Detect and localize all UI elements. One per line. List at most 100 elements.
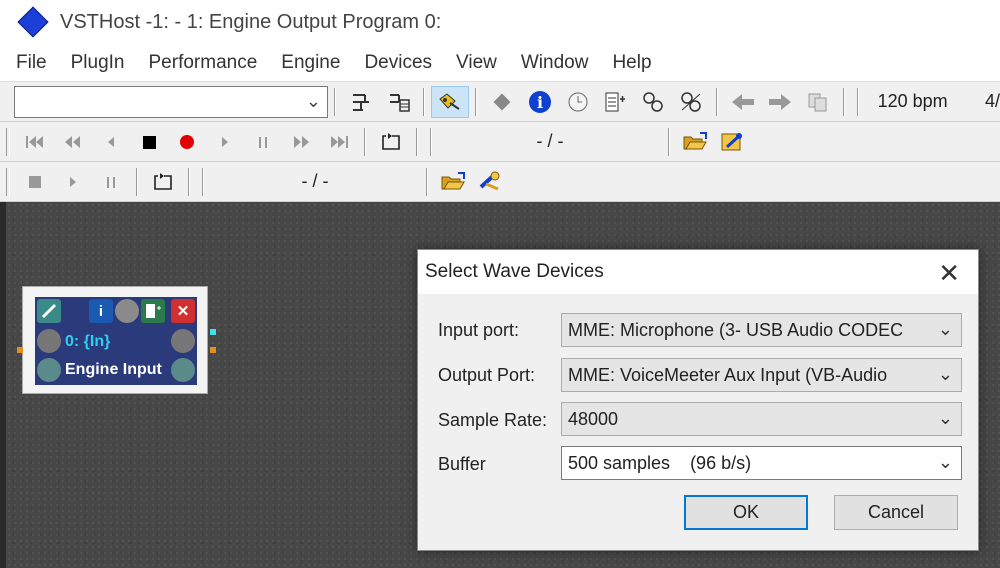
info-icon[interactable]: i bbox=[521, 86, 559, 118]
editor-icon[interactable] bbox=[141, 299, 165, 323]
dialog-title: Select Wave Devices bbox=[425, 261, 604, 282]
bypass-icon[interactable] bbox=[115, 299, 139, 323]
record-icon[interactable] bbox=[168, 126, 206, 158]
output-port-label: Output Port: bbox=[438, 365, 536, 385]
toolbar-separator bbox=[136, 167, 138, 196]
step-back-icon[interactable] bbox=[92, 126, 130, 158]
cancel-button[interactable]: Cancel bbox=[834, 495, 958, 530]
toolbar-grip[interactable] bbox=[6, 127, 10, 156]
audio-out-icon[interactable] bbox=[171, 358, 195, 382]
loop-icon[interactable] bbox=[372, 126, 410, 158]
main-toolbar: ⌄ i 120 bpm 4/ bbox=[0, 82, 1000, 122]
settings-wrench-icon[interactable] bbox=[472, 166, 510, 198]
midi-out-icon[interactable] bbox=[171, 329, 195, 353]
midi-in-icon[interactable] bbox=[37, 329, 61, 353]
time-signature-display[interactable]: 4/ bbox=[960, 86, 1000, 118]
input-port-connector[interactable] bbox=[17, 347, 23, 353]
menu-window[interactable]: Window bbox=[521, 52, 589, 74]
sample-rate-value: 48000 bbox=[568, 408, 619, 429]
app-logo-icon bbox=[17, 6, 49, 38]
close-icon[interactable]: ✕ bbox=[938, 258, 960, 289]
diamond-icon[interactable] bbox=[483, 86, 521, 118]
title-bar: VSTHost -1: - 1: Engine Output Program 0… bbox=[0, 0, 1000, 44]
plugin-name-label: Engine Input bbox=[65, 361, 162, 378]
skip-end-icon[interactable] bbox=[320, 126, 358, 158]
chain-list-icon[interactable] bbox=[380, 86, 418, 118]
menu-file[interactable]: File bbox=[16, 52, 47, 74]
arrow-left-icon[interactable] bbox=[724, 86, 762, 118]
open-folder-icon[interactable] bbox=[434, 166, 472, 198]
clock-icon[interactable] bbox=[559, 86, 597, 118]
player-position-display: - / - bbox=[536, 131, 564, 151]
audio-in-icon[interactable] bbox=[37, 358, 61, 382]
ok-button[interactable]: OK bbox=[684, 495, 808, 530]
chevron-down-icon: ⌄ bbox=[937, 319, 953, 339]
output-port-connector[interactable] bbox=[210, 347, 216, 353]
toolbar-separator bbox=[423, 87, 426, 116]
fast-forward-icon[interactable] bbox=[282, 126, 320, 158]
menu-plugin[interactable]: PlugIn bbox=[71, 52, 125, 74]
toolbar-separator bbox=[364, 127, 366, 156]
output-port-select[interactable]: MME: VoiceMeeter Aux Input (VB-Audio ⌄ bbox=[561, 358, 962, 392]
toolbar-separator bbox=[430, 127, 432, 156]
chain-icon[interactable] bbox=[342, 86, 380, 118]
chevron-down-icon: ⌄ bbox=[305, 90, 321, 111]
input-port-value: MME: Microphone (3- USB Audio CODEC bbox=[568, 319, 904, 340]
menu-engine[interactable]: Engine bbox=[281, 52, 340, 74]
menu-view[interactable]: View bbox=[456, 52, 497, 74]
dialog-title-bar: Select Wave Devices ✕ bbox=[418, 250, 978, 294]
recorder-position-display: - / - bbox=[301, 171, 329, 191]
settings-wrench-icon[interactable] bbox=[714, 126, 752, 158]
plugin-select[interactable]: ⌄ bbox=[14, 85, 328, 118]
toolbar-separator bbox=[426, 167, 428, 196]
toolbar-separator bbox=[188, 167, 190, 196]
copy-icon[interactable] bbox=[799, 86, 837, 118]
output-port-connector[interactable] bbox=[210, 329, 216, 335]
connect-icon[interactable] bbox=[634, 86, 672, 118]
chevron-down-icon: ⌄ bbox=[937, 364, 953, 384]
pause-icon[interactable] bbox=[92, 166, 130, 198]
close-icon[interactable]: ✕ bbox=[171, 299, 195, 323]
output-port-value: MME: VoiceMeeter Aux Input (VB-Audio bbox=[568, 364, 888, 385]
pause-icon[interactable] bbox=[244, 126, 282, 158]
toolbar-separator bbox=[668, 127, 670, 156]
disconnect-icon[interactable] bbox=[672, 86, 710, 118]
toolbar-separator bbox=[416, 127, 418, 156]
arrow-right-icon[interactable] bbox=[761, 86, 799, 118]
link-icon[interactable] bbox=[37, 299, 61, 323]
play-icon[interactable] bbox=[54, 166, 92, 198]
stop-icon[interactable] bbox=[130, 126, 168, 158]
skip-start-icon[interactable] bbox=[16, 126, 54, 158]
buffer-value: 500 samples (96 b/s) bbox=[568, 452, 752, 473]
input-port-select[interactable]: MME: Microphone (3- USB Audio CODEC ⌄ bbox=[561, 313, 962, 347]
stop-icon[interactable] bbox=[16, 166, 54, 198]
player-toolbar: - / - bbox=[0, 122, 1000, 162]
window-title: VSTHost -1: - 1: Engine Output Program 0… bbox=[60, 10, 442, 33]
menu-devices[interactable]: Devices bbox=[364, 52, 432, 74]
menu-performance[interactable]: Performance bbox=[149, 52, 258, 74]
rewind-icon[interactable] bbox=[54, 126, 92, 158]
loop-icon[interactable] bbox=[144, 166, 182, 198]
toolbar-grip[interactable] bbox=[6, 167, 10, 196]
open-folder-icon[interactable] bbox=[676, 126, 714, 158]
sample-rate-select[interactable]: 48000 ⌄ bbox=[561, 402, 962, 436]
toolbar-separator bbox=[715, 87, 718, 116]
input-port-label: Input port: bbox=[438, 320, 520, 340]
buffer-label: Buffer bbox=[438, 454, 486, 474]
info-icon[interactable]: i bbox=[89, 299, 113, 323]
tempo-display[interactable]: 120 bpm bbox=[865, 86, 960, 118]
buffer-select[interactable]: 500 samples (96 b/s) ⌄ bbox=[561, 446, 962, 480]
recorder-toolbar: - / - bbox=[0, 162, 1000, 202]
toolbar-separator bbox=[856, 87, 859, 116]
select-wave-devices-dialog: Select Wave Devices ✕ Input port: MME: M… bbox=[417, 249, 979, 551]
edit-list-icon[interactable] bbox=[596, 86, 634, 118]
play-icon[interactable] bbox=[206, 126, 244, 158]
menu-bar: File PlugIn Performance Engine Devices V… bbox=[0, 44, 1000, 82]
engine-input-plugin[interactable]: i ✕ 0: {In} Engine Input bbox=[17, 286, 216, 394]
plugin-program-label: 0: {In} bbox=[65, 333, 111, 350]
plugin-panel: i ✕ 0: {In} Engine Input bbox=[35, 297, 197, 385]
sample-rate-label: Sample Rate: bbox=[438, 410, 548, 430]
midi-learn-icon[interactable] bbox=[431, 85, 470, 118]
chevron-down-icon: ⌄ bbox=[937, 408, 953, 428]
menu-help[interactable]: Help bbox=[612, 52, 651, 74]
